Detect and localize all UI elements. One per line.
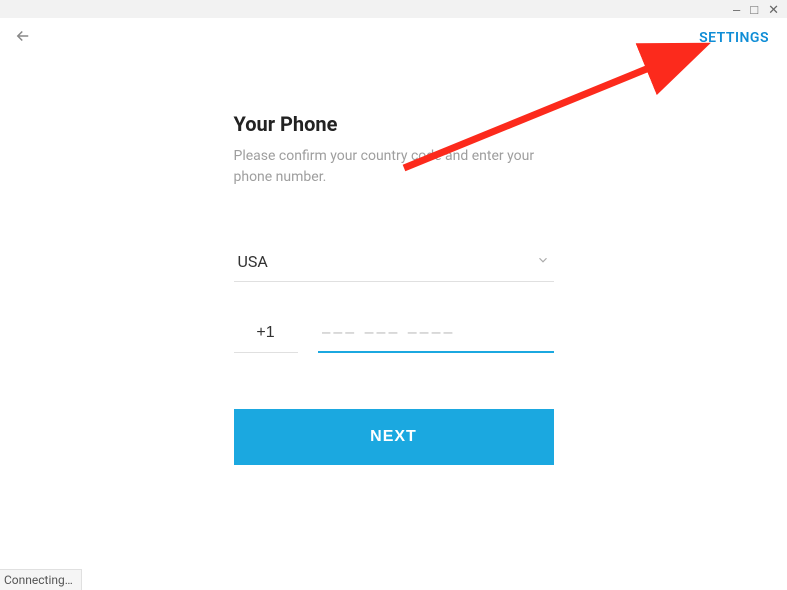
minimize-button[interactable]: – [733,3,740,16]
phone-inputs [234,318,554,353]
country-select[interactable]: USA [234,246,554,282]
back-arrow-icon[interactable] [14,27,32,49]
chevron-down-icon [536,253,550,271]
page-title: Your Phone [234,112,554,136]
phone-form: Your Phone Please confirm your country c… [234,112,554,465]
maximize-button[interactable]: □ [750,3,758,16]
settings-link[interactable]: SETTINGS [699,30,769,46]
app-header: SETTINGS [0,18,787,58]
country-value: USA [238,252,268,271]
status-bar: Connecting… [0,569,82,590]
next-button[interactable]: NEXT [234,409,554,465]
window-titlebar: – □ ✕ [0,0,787,18]
page-subtitle: Please confirm your country code and ent… [234,146,554,188]
country-code-input[interactable] [234,318,298,353]
close-button[interactable]: ✕ [768,3,779,16]
phone-number-input[interactable] [318,318,554,353]
